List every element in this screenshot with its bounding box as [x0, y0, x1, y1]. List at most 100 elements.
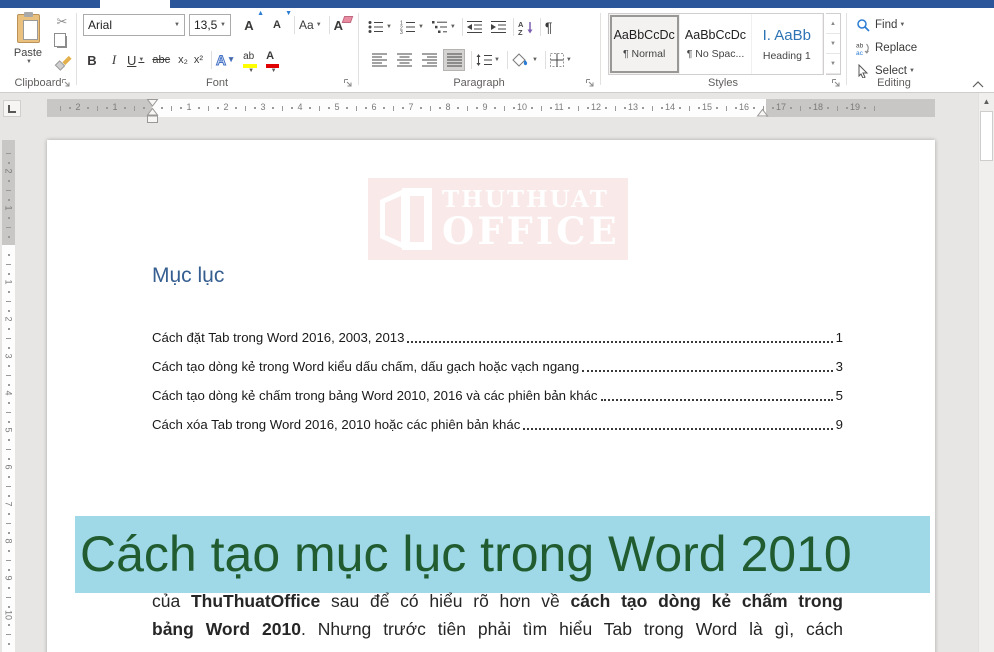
- style-gallery-item[interactable]: I. AaBbHeading 1: [752, 14, 823, 74]
- ruler-tick: [124, 107, 126, 109]
- ruler-tick: [846, 107, 848, 109]
- styles-scroll-up-button[interactable]: ▲: [826, 14, 840, 34]
- styles-dialog-launcher[interactable]: [831, 78, 841, 88]
- ruler-tick: [6, 301, 11, 302]
- decrease-indent-button[interactable]: [467, 16, 483, 38]
- ruler-tick: [8, 532, 10, 534]
- font-color-button[interactable]: A▼: [266, 49, 279, 71]
- ruler-tick: [827, 107, 829, 109]
- superscript-button[interactable]: x²: [194, 49, 203, 71]
- body-text-segment: bảng Word 2010: [152, 619, 301, 639]
- ruler-tick: [698, 107, 700, 109]
- format-painter-button[interactable]: [52, 52, 72, 72]
- tab-selector-button[interactable]: [3, 100, 21, 117]
- right-indent-marker[interactable]: [756, 108, 769, 117]
- toc-entry[interactable]: Cách đặt Tab trong Word 2016, 2003, 2013…: [152, 323, 843, 352]
- vertical-scrollbar[interactable]: ▲: [978, 93, 994, 652]
- font-size-combobox[interactable]: 13,5 ▼: [189, 14, 231, 36]
- italic-button[interactable]: I: [105, 49, 123, 71]
- collapse-ribbon-button[interactable]: [972, 81, 984, 88]
- ruler-number: 10: [4, 610, 14, 621]
- ruler-tick: [8, 254, 10, 256]
- body-paragraph: của ThuThuatOffice sau để có hiểu rõ hơn…: [152, 587, 843, 643]
- ruler-tick: [8, 402, 10, 404]
- change-case-button[interactable]: Aa▼: [299, 14, 322, 36]
- copy-button[interactable]: [52, 32, 72, 52]
- dialog-launcher-icon: [343, 78, 353, 88]
- strikethrough-button[interactable]: abc: [152, 49, 170, 71]
- shrink-font-button[interactable]: A▼: [269, 14, 285, 36]
- ruler-number: 1: [4, 203, 14, 214]
- shading-button[interactable]: ▼: [512, 49, 538, 71]
- paragraph-group-label: Paragraph: [358, 77, 600, 89]
- underline-button[interactable]: U▼: [127, 49, 144, 71]
- multilevel-list-icon: [432, 20, 448, 34]
- ruler-tick: [6, 153, 11, 154]
- ruler-tick: [6, 375, 11, 376]
- subscript-button[interactable]: x₂: [178, 49, 188, 71]
- align-center-button[interactable]: [393, 49, 415, 71]
- font-group: Arial ▼ 13,5 ▼ A▲ A▼ Aa▼ A B I U▼ abc x₂…: [76, 8, 358, 92]
- font-name-combobox[interactable]: Arial ▼: [83, 14, 185, 36]
- toc-heading: Mục lục: [152, 264, 224, 288]
- indent-markers[interactable]: [146, 98, 159, 125]
- ruler-tick: [6, 190, 11, 191]
- tab-stop-icon: [8, 105, 16, 113]
- ruler-number: 11: [552, 102, 566, 112]
- grow-font-button[interactable]: A▲: [241, 14, 257, 36]
- increase-indent-icon: [491, 20, 507, 34]
- text-highlight-button[interactable]: ab▼: [243, 49, 257, 71]
- clear-formatting-button[interactable]: A: [334, 14, 343, 36]
- toc-dot-leader: [582, 362, 832, 372]
- bold-button[interactable]: B: [83, 49, 101, 71]
- toc-entry-title: Cách xóa Tab trong Word 2016, 2010 hoặc …: [152, 417, 520, 432]
- ruler-number: 17: [774, 102, 788, 112]
- replace-button[interactable]: abac Replace: [856, 38, 917, 58]
- ruler-tick: [513, 107, 515, 109]
- scroll-up-button[interactable]: ▲: [979, 93, 994, 110]
- line-spacing-button[interactable]: ▼: [476, 49, 500, 71]
- document-page[interactable]: THUTHUAT OFFICE Mục lục Cách đặt Tab tro…: [47, 140, 935, 652]
- toc-entry[interactable]: Cách xóa Tab trong Word 2016, 2010 hoặc …: [152, 410, 843, 439]
- find-button[interactable]: Find▼: [856, 15, 905, 35]
- align-right-button[interactable]: [418, 49, 440, 71]
- ruler-tick: [6, 486, 11, 487]
- styles-scroll-down-button[interactable]: ▼: [826, 34, 840, 54]
- clipboard-dialog-launcher[interactable]: [61, 78, 71, 88]
- horizontal-ruler[interactable]: 2112345678910111213141516171819: [47, 99, 935, 117]
- increase-indent-button[interactable]: [491, 16, 507, 38]
- numbering-button[interactable]: 123 ▼: [400, 16, 424, 38]
- ruler-number: 6: [4, 462, 14, 473]
- styles-more-button[interactable]: ▼: [826, 54, 840, 74]
- cut-button[interactable]: ✂: [52, 12, 72, 32]
- toc-entry[interactable]: Cách tạo dòng kẻ trong Word kiểu dấu chấ…: [152, 352, 843, 381]
- style-name-label: ¶ Normal: [623, 48, 665, 60]
- ruler-tick: [365, 107, 367, 109]
- editing-group: Find▼ abac Replace Select▼ Editing: [846, 8, 942, 92]
- vertical-ruler[interactable]: 2112345678910: [2, 140, 15, 652]
- chevron-down-icon: ▼: [899, 22, 905, 28]
- multilevel-list-button[interactable]: ▼: [432, 16, 456, 38]
- style-gallery-item[interactable]: AaBbCcDc¶ No Spac...: [680, 14, 751, 74]
- bullets-button[interactable]: ▼: [368, 16, 392, 38]
- paste-button[interactable]: Paste ▼: [5, 11, 51, 79]
- align-left-button[interactable]: [368, 49, 390, 71]
- text-effects-button[interactable]: A▼: [216, 49, 234, 71]
- style-gallery-item[interactable]: AaBbCcDc¶ Normal: [609, 14, 680, 74]
- chevron-down-icon: ▼: [386, 24, 392, 30]
- body-text-segment: . Nhưng trước tiên phải tìm hiểu Tab tro…: [301, 619, 843, 639]
- font-dialog-launcher[interactable]: [343, 78, 353, 88]
- paragraph-dialog-launcher[interactable]: [585, 78, 595, 88]
- toc-entry[interactable]: Cách tạo dòng kẻ chấm trong bảng Word 20…: [152, 381, 843, 410]
- ruler-number: 16: [737, 102, 751, 112]
- ruler-tick: [837, 106, 838, 111]
- show-paragraph-marks-button[interactable]: ¶: [545, 16, 553, 38]
- ruler-tick: [753, 107, 755, 109]
- borders-button[interactable]: ▼: [550, 49, 572, 71]
- scrollbar-thumb[interactable]: [980, 111, 993, 161]
- sort-button[interactable]: AZ: [518, 16, 534, 38]
- justify-button[interactable]: [443, 49, 465, 71]
- ruler-tick: [8, 569, 10, 571]
- ruler-tick: [8, 606, 10, 608]
- ruler-number: 10: [515, 102, 529, 112]
